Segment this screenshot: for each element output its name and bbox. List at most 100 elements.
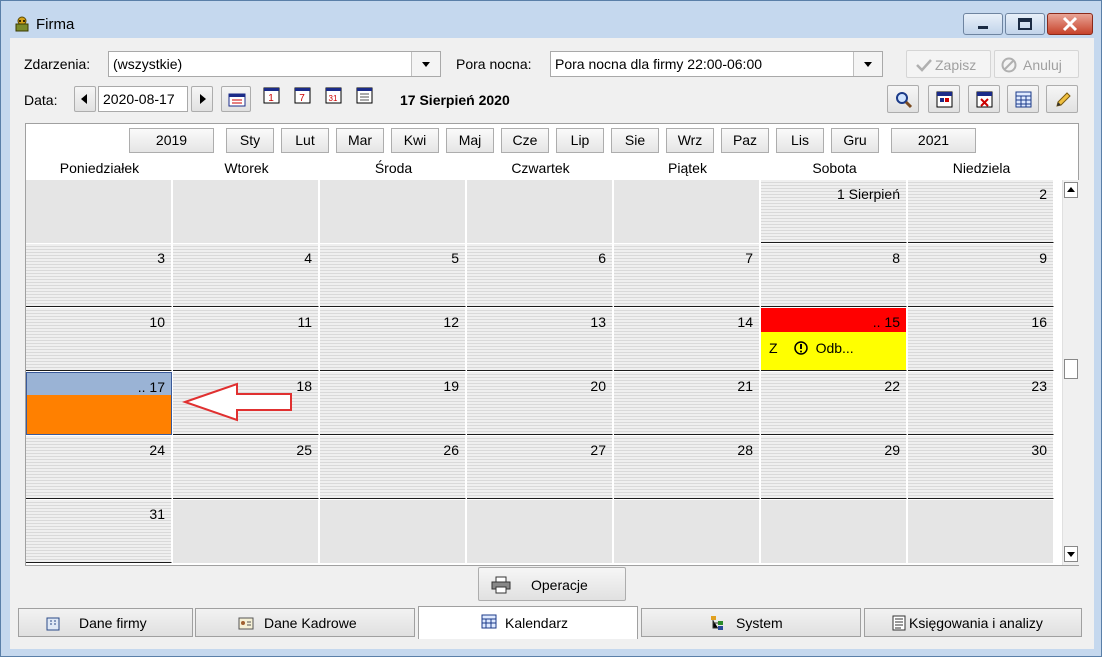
calendar-day-cell[interactable]: 27 — [467, 436, 613, 499]
calendar-delete-button[interactable] — [968, 85, 1000, 113]
calendar-day-cell[interactable]: 2 — [908, 180, 1054, 243]
scroll-down-button[interactable] — [1064, 546, 1078, 562]
day-number: 22 — [884, 378, 900, 394]
day-number: 26 — [443, 442, 459, 458]
day-number: 1 Sierpień — [836, 186, 900, 202]
pora-nocna-combo[interactable]: Pora nocna dla firmy 22:00-06:00 — [550, 51, 883, 77]
calendar-day-cell[interactable]: 1 Sierpień — [761, 180, 907, 243]
prev-day-button[interactable] — [74, 86, 96, 112]
calendar-day-cell[interactable]: 6 — [467, 244, 613, 307]
day-number: 10 — [149, 314, 165, 330]
calendar-day-cell[interactable]: 8 — [761, 244, 907, 307]
tab-ksiegowania[interactable]: Księgowania i analizy — [864, 608, 1082, 637]
calendar-day-cell[interactable]: 11 — [173, 308, 319, 371]
calendar-day-cell[interactable]: 28 — [614, 436, 760, 499]
calendar-empty-cell — [614, 500, 760, 563]
tab-label: Kalendarz — [505, 615, 569, 631]
pora-nocna-label: Pora nocna: — [456, 56, 532, 72]
calendar-today-button[interactable] — [221, 86, 251, 112]
calendar-day-cell[interactable]: 20 — [467, 372, 613, 435]
weekday-header: Niedziela — [952, 160, 1011, 176]
scroll-up-button[interactable] — [1064, 182, 1078, 198]
day-view-icon[interactable]: 1 — [263, 87, 281, 105]
calendar-day-cell[interactable]: 10 — [26, 308, 172, 371]
zapisz-button[interactable]: Zapisz — [906, 50, 991, 78]
calendar-day-cell[interactable]: 13 — [467, 308, 613, 371]
next-year-button[interactable]: 2021 — [891, 128, 976, 153]
calendar-settings-button[interactable] — [1007, 85, 1039, 113]
month-button[interactable]: Sty — [226, 128, 274, 153]
calendar-day-cell[interactable]: 29 — [761, 436, 907, 499]
calendar-day-cell[interactable]: 7 — [614, 244, 760, 307]
calendar-day-cell[interactable]: .. 17 — [26, 372, 172, 435]
month-button[interactable]: Sie — [611, 128, 659, 153]
month-button[interactable]: Lip — [556, 128, 604, 153]
month-button[interactable]: Maj — [446, 128, 494, 153]
calendar-panel: 2019 Sty Lut Mar Kwi Maj Cze Lip Sie Wrz… — [25, 123, 1080, 566]
calendar-table-icon — [1015, 91, 1032, 108]
month-button[interactable]: Kwi — [391, 128, 439, 153]
calendar-day-cell[interactable]: 4 — [173, 244, 319, 307]
search-button[interactable] — [887, 85, 919, 113]
month-button[interactable]: Gru — [831, 128, 879, 153]
chevron-left-icon — [81, 94, 87, 104]
zdarzenia-combo[interactable]: (wszystkie) — [108, 51, 441, 77]
calendar-day-cell[interactable]: 22 — [761, 372, 907, 435]
day-number: 21 — [737, 378, 753, 394]
tab-kalendarz[interactable]: Kalendarz — [418, 606, 638, 639]
calendar-day-cell[interactable]: .. 15 Z Odb... — [761, 308, 907, 371]
calendar-day-cell[interactable]: 21 — [614, 372, 760, 435]
month-button[interactable]: Mar — [336, 128, 384, 153]
close-button[interactable] — [1047, 13, 1093, 35]
tab-system[interactable]: System — [641, 608, 861, 637]
calendar-day-cell[interactable]: 25 — [173, 436, 319, 499]
arrow-down-icon — [1067, 552, 1075, 557]
minimize-button[interactable] — [963, 13, 1003, 35]
calendar-day-cell[interactable]: 5 — [320, 244, 466, 307]
maximize-button[interactable] — [1005, 13, 1045, 35]
calendar-day-cell[interactable]: 16 — [908, 308, 1054, 371]
month-button[interactable]: Lut — [281, 128, 329, 153]
calendar-day-cell[interactable]: 26 — [320, 436, 466, 499]
month-button[interactable]: Cze — [501, 128, 549, 153]
day-number: 12 — [443, 314, 459, 330]
day-number: 8 — [892, 250, 900, 266]
calendar-day-cell[interactable]: 23 — [908, 372, 1054, 435]
next-day-button[interactable] — [191, 86, 213, 112]
anuluj-button[interactable]: Anuluj — [994, 50, 1079, 78]
calendar-day-cell[interactable]: 3 — [26, 244, 172, 307]
day-number: 11 — [297, 314, 312, 330]
day-number: 28 — [737, 442, 753, 458]
tab-dane-kadrowe[interactable]: Dane Kadrowe — [195, 608, 415, 637]
calendar-edit-button[interactable] — [928, 85, 960, 113]
tab-dane-firmy[interactable]: Dane firmy — [18, 608, 193, 637]
window: Firma Zdarzenia: (wszystkie) Pora nocna:… — [0, 0, 1102, 657]
day-number: 6 — [598, 250, 606, 266]
month-button[interactable]: Paz — [721, 128, 769, 153]
calendar-day-cell[interactable]: 31 — [26, 500, 172, 563]
scroll-thumb[interactable] — [1064, 359, 1078, 379]
vertical-scrollbar[interactable] — [1062, 180, 1080, 565]
edit-button[interactable] — [1046, 85, 1078, 113]
calendar-day-cell[interactable]: 12 — [320, 308, 466, 371]
week-view-icon[interactable]: 7 — [294, 87, 312, 105]
day-number: .. 15 — [872, 314, 900, 330]
calendar-day-cell[interactable]: 30 — [908, 436, 1054, 499]
date-field[interactable]: 2020-08-17 — [98, 86, 188, 112]
month-view-icon[interactable]: 31 — [325, 87, 343, 105]
day-number: 14 — [737, 314, 753, 330]
search-icon — [896, 92, 913, 109]
chevron-down-icon[interactable] — [853, 52, 882, 76]
calendar-day-cell[interactable]: 24 — [26, 436, 172, 499]
operacje-button[interactable]: Operacje — [478, 567, 626, 601]
chevron-down-icon[interactable] — [411, 52, 440, 76]
calendar-day-cell[interactable]: 19 — [320, 372, 466, 435]
year-view-icon[interactable] — [356, 87, 374, 105]
calendar-day-cell[interactable]: 9 — [908, 244, 1054, 307]
month-button[interactable]: Lis — [776, 128, 824, 153]
date-display: 17 Sierpień 2020 — [400, 92, 510, 108]
prev-year-button[interactable]: 2019 — [129, 128, 214, 153]
calendar-day-cell[interactable]: 14 — [614, 308, 760, 371]
event-entry[interactable]: Z Odb... — [769, 339, 854, 356]
month-button[interactable]: Wrz — [666, 128, 714, 153]
